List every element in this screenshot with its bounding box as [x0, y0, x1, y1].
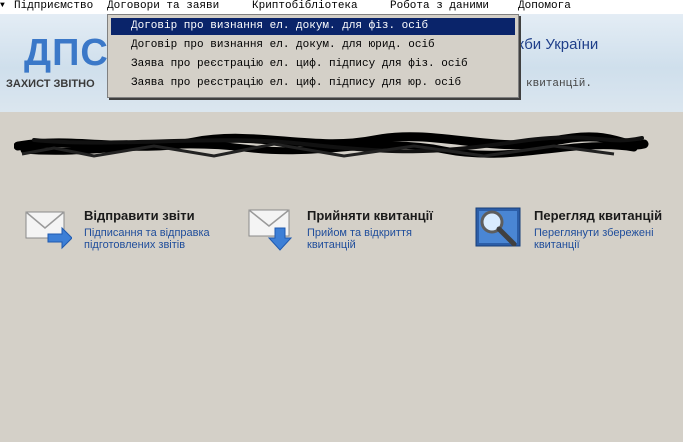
menu-enterprise[interactable]: Підприємство: [14, 0, 93, 12]
receive-receipts-title[interactable]: Прийняти квитанції: [307, 208, 433, 223]
menu-contracts[interactable]: Договори та заяви: [107, 0, 219, 12]
banner-right-text: квитанцій.: [526, 78, 593, 90]
menu-item-application-legal[interactable]: Заява про реєстрацію ел. циф. підпису дл…: [111, 75, 515, 92]
send-reports-title[interactable]: Відправити звіти: [84, 208, 195, 223]
magnifier-view-icon: [475, 207, 521, 247]
view-receipts-title[interactable]: Перегляд квитанцій: [534, 208, 662, 223]
menu-data[interactable]: Робота з даними: [390, 0, 489, 12]
menu-item-application-individuals[interactable]: Заява про реєстрацію ел. циф. підпису дл…: [111, 56, 515, 73]
receive-receipts-action[interactable]: Прийняти квитанції Прийом та відкриття к…: [247, 206, 467, 256]
menu-crypto-library[interactable]: Криптобібліотека: [252, 0, 358, 12]
contracts-dropdown-menu: Договір про визнання ел. докум. для фіз.…: [107, 14, 519, 98]
dps-logo: ДПС: [24, 32, 109, 74]
receive-receipts-desc-line1: Прийом та відкриття: [307, 227, 412, 239]
send-reports-desc-line2: підготовлених звітів: [84, 239, 186, 251]
menu-item-contract-individuals[interactable]: Договір про визнання ел. докум. для фіз.…: [111, 18, 515, 35]
menu-item-contract-legal[interactable]: Договір про визнання ел. докум. для юрид…: [111, 37, 515, 54]
system-menu-icon[interactable]: ▼: [0, 0, 5, 12]
send-reports-action[interactable]: Відправити звіти Підписання та відправка…: [24, 206, 234, 256]
menu-bar: ▼ Підприємство Договори та заяви Криптоб…: [0, 0, 683, 14]
menu-help[interactable]: Допомога: [518, 0, 571, 12]
view-receipts-desc-line2: квитанції: [534, 239, 580, 251]
banner-right-title: жби України: [514, 36, 599, 53]
view-receipts-desc-line1: Переглянути збережені: [534, 227, 654, 239]
envelope-send-icon: [25, 211, 72, 250]
redaction-scribble: [14, 132, 649, 158]
send-reports-desc-line1: Підписання та відправка: [84, 227, 210, 239]
banner-subtitle: ЗАХИСТ ЗВІТНО: [6, 78, 95, 90]
receive-receipts-desc-line2: квитанцій: [307, 239, 356, 251]
envelope-receive-icon: [248, 209, 293, 251]
view-receipts-action[interactable]: Перегляд квитанцій Переглянути збережені…: [474, 206, 679, 256]
